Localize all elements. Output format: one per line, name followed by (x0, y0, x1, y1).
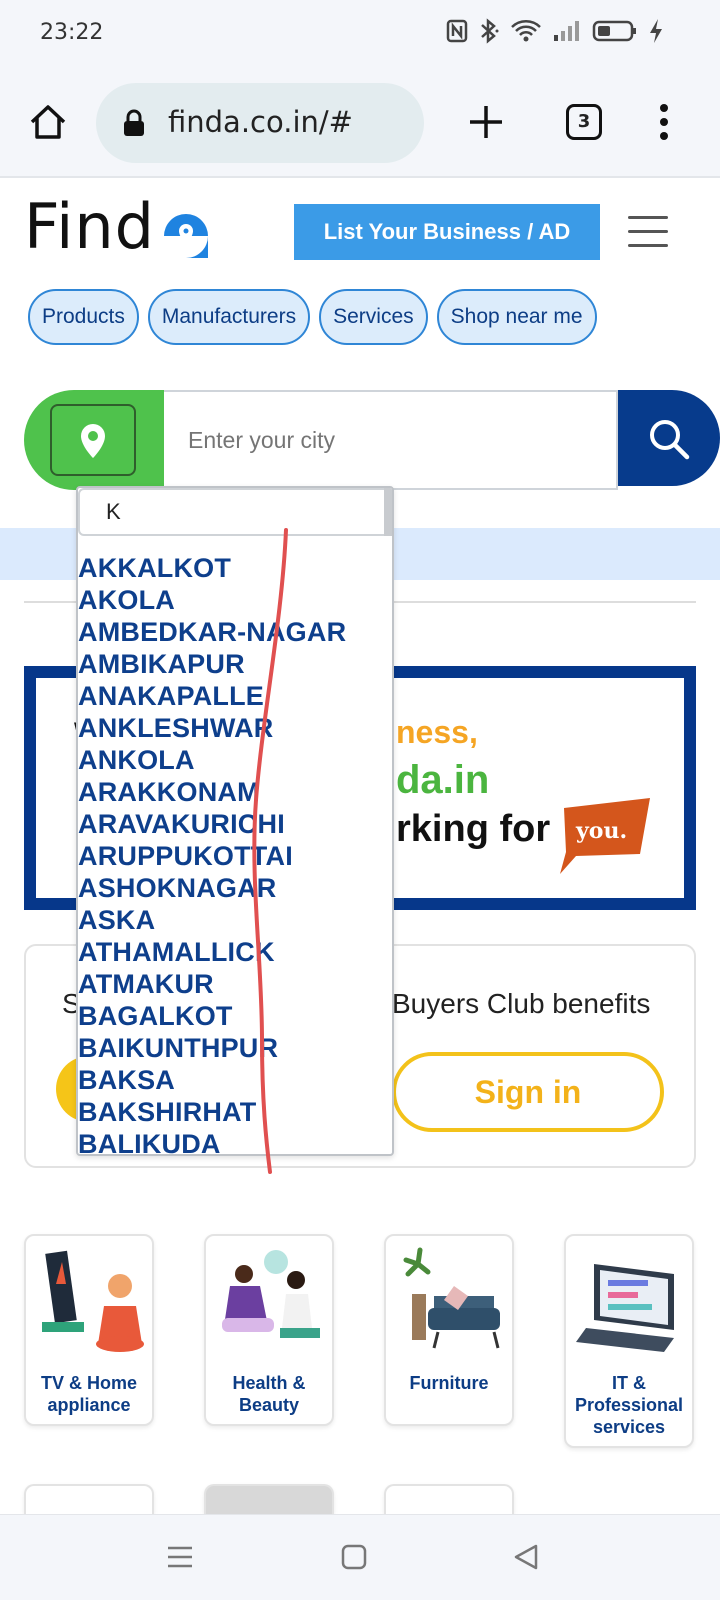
you-badge-text: you. (575, 818, 627, 844)
city-list: AKKALKOT AKOLA AMBEDKAR-NAGAR AMBIKAPUR … (78, 552, 346, 1154)
city-option[interactable]: ASHOKNAGAR (78, 872, 346, 904)
city-option[interactable]: ARAKKONAM (78, 776, 346, 808)
furniture-illustration (403, 1247, 500, 1349)
sign-in-button[interactable]: Sign in (392, 1052, 664, 1132)
health-beauty-illustration (222, 1250, 320, 1338)
charging-icon (650, 19, 662, 43)
city-option[interactable]: BAGALKOT (78, 1000, 346, 1032)
city-option[interactable]: ATMAKUR (78, 968, 346, 1000)
chip-services[interactable]: Services (319, 289, 428, 345)
bluetooth-icon (481, 18, 499, 44)
category-card-partial[interactable] (384, 1484, 514, 1514)
city-option[interactable]: BALIKUDA (78, 1128, 346, 1154)
more-options-icon[interactable] (654, 102, 674, 142)
chip-shop-near-me[interactable]: Shop near me (436, 289, 597, 345)
battery-icon (592, 20, 636, 42)
address-bar[interactable]: finda.co.in/# (96, 83, 424, 163)
search-icon (650, 420, 690, 460)
dropdown-scrollbar[interactable] (384, 488, 392, 536)
logo-text: Find (24, 196, 155, 260)
location-button[interactable] (24, 390, 164, 490)
category-it-professional-services[interactable]: IT & Professional services (564, 1234, 694, 1448)
status-bar: 23:22 (0, 0, 720, 68)
search-button[interactable] (618, 390, 720, 486)
city-option[interactable]: ANAKAPALLE (78, 680, 346, 712)
category-card-partial[interactable] (204, 1484, 334, 1514)
chip-products[interactable]: Products (28, 289, 139, 345)
status-icons (446, 18, 664, 44)
city-option[interactable]: ANKLESHWAR (78, 712, 346, 744)
category-label: Furniture (409, 1373, 489, 1393)
category-chips: Products Manufacturers Services Shop nea… (28, 289, 597, 345)
city-option[interactable]: AKKALKOT (78, 552, 346, 584)
city-option[interactable]: BAIKUNTHPUR (78, 1032, 346, 1064)
dropdown-search-input[interactable] (78, 488, 392, 536)
url-text: finda.co.in/# (168, 105, 353, 139)
system-navigation-bar (0, 1514, 720, 1600)
lock-icon (124, 109, 144, 136)
buyers-club-text: Buyers Club benefits (392, 988, 651, 1019)
recent-apps-icon[interactable] (166, 1543, 194, 1571)
category-tv-home-appliance[interactable]: TV & Home appliance (24, 1234, 154, 1426)
browser-toolbar: finda.co.in/# 3 (0, 68, 720, 178)
nfc-icon (446, 19, 468, 43)
category-label: TV & Home appliance (40, 1373, 137, 1415)
city-option[interactable]: BAKSA (78, 1064, 346, 1096)
home-icon[interactable] (28, 102, 68, 142)
hamburger-menu-icon[interactable] (628, 216, 668, 248)
category-furniture[interactable]: Furniture (384, 1234, 514, 1426)
city-option[interactable]: ANKOLA (78, 744, 346, 776)
you-badge: you. (560, 798, 650, 874)
city-option[interactable]: ARUPPUKOTTAI (78, 840, 346, 872)
city-option[interactable]: AMBEDKAR-NAGAR (78, 616, 346, 648)
banner-text-3: da.in (396, 758, 490, 802)
signal-icon (554, 21, 579, 41)
city-option[interactable]: AKOLA (78, 584, 346, 616)
city-option[interactable]: ATHAMALLICK (78, 936, 346, 968)
city-dropdown: AKKALKOT AKOLA AMBEDKAR-NAGAR AMBIKAPUR … (76, 486, 394, 1156)
city-option[interactable]: ARAVAKURICHI (78, 808, 346, 840)
it-services-illustration (576, 1264, 674, 1352)
category-health-beauty[interactable]: Health & Beauty (204, 1234, 334, 1426)
banner-text-2: ness, (396, 714, 478, 750)
chip-manufacturers[interactable]: Manufacturers (147, 289, 311, 345)
new-tab-icon[interactable] (466, 102, 506, 142)
city-option[interactable]: ASKA (78, 904, 346, 936)
tab-switcher-button[interactable]: 3 (566, 104, 602, 140)
home-nav-icon[interactable] (340, 1543, 368, 1571)
city-option[interactable]: AMBIKAPUR (78, 648, 346, 680)
status-time: 23:22 (40, 20, 104, 45)
wifi-icon (511, 20, 541, 42)
finda-logo[interactable]: Find (24, 190, 214, 263)
category-label: Health & Beauty (232, 1373, 306, 1415)
city-input[interactable] (164, 390, 618, 490)
city-search-bar (24, 390, 720, 490)
category-label: IT & Professional services (574, 1373, 684, 1437)
banner-text-4: rking for (396, 808, 551, 850)
category-card-partial[interactable] (24, 1484, 154, 1514)
tv-appliance-illustration (42, 1250, 144, 1352)
back-icon[interactable] (512, 1543, 540, 1571)
list-business-button[interactable]: List Your Business / AD (294, 204, 600, 260)
location-pin-icon (81, 424, 105, 458)
city-option[interactable]: BAKSHIRHAT (78, 1096, 346, 1128)
